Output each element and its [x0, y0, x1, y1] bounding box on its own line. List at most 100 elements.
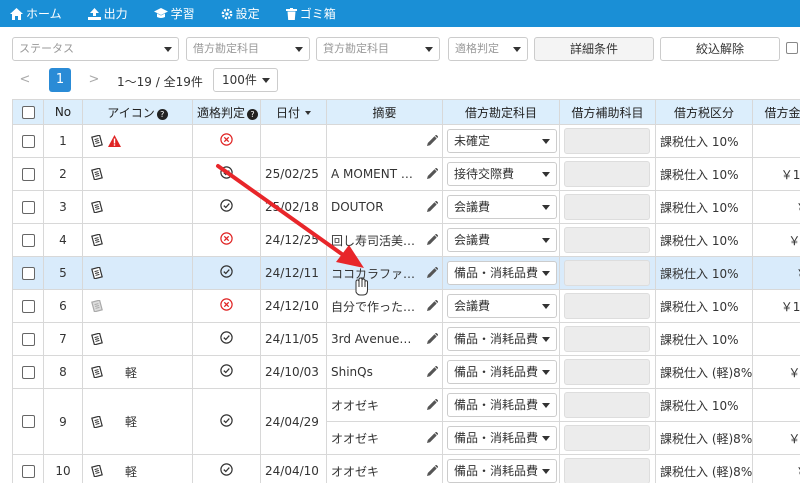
row-tax[interactable]: 課税仕入 10% — [655, 388, 753, 422]
row-date[interactable]: 24/12/11 — [260, 256, 327, 290]
help-icon[interactable]: ? — [156, 108, 168, 120]
row-tax[interactable]: 課税仕入 10% — [655, 322, 753, 356]
clear-filters-button[interactable]: 絞込解除 — [660, 37, 780, 61]
row-summary-cell[interactable] — [326, 124, 443, 158]
receipt-icon[interactable] — [91, 168, 103, 180]
row-checkbox[interactable] — [21, 134, 35, 148]
row-date[interactable] — [260, 124, 327, 158]
status-select[interactable]: ステータス — [12, 37, 179, 61]
header-debit-sub-account[interactable]: 借方補助科目 — [559, 99, 656, 125]
row-tax[interactable]: 課税仕入 10% — [655, 256, 753, 290]
row-date[interactable]: 25/02/18 — [260, 190, 327, 224]
header-date[interactable]: 日付 — [260, 99, 327, 125]
receipt-icon[interactable] — [91, 415, 103, 428]
row-tax[interactable]: 課税仕入 10% — [655, 223, 753, 257]
header-debit-amount[interactable]: 借方金 — [752, 99, 800, 125]
pencil-icon[interactable] — [426, 300, 438, 312]
pencil-icon[interactable] — [426, 234, 438, 246]
row-summary-cell[interactable]: ShinQs — [326, 355, 443, 389]
debit-account-select[interactable]: 接待交際費 — [447, 162, 557, 186]
prev-page-button[interactable]: < — [14, 68, 36, 92]
row-amount[interactable]: ￥18 — [752, 157, 800, 191]
page-1-button[interactable]: 1 — [49, 68, 71, 92]
sub-account-field[interactable] — [564, 227, 650, 253]
row-amount[interactable]: ￥9 — [752, 421, 800, 455]
pencil-icon[interactable] — [426, 168, 438, 180]
row-date[interactable]: 24/12/10 — [260, 289, 327, 323]
receipt-icon[interactable] — [91, 333, 103, 345]
debit-account-select[interactable]: 未確定 — [447, 129, 557, 153]
row-date[interactable]: 25/02/25 — [260, 157, 327, 191]
row-checkbox[interactable] — [21, 299, 35, 313]
row-tax[interactable]: 課税仕入 10% — [655, 157, 753, 191]
row-amount[interactable]: ￥5 — [752, 223, 800, 257]
row-amount[interactable]: ￥1 — [752, 355, 800, 389]
row-tax[interactable]: 課税仕入 (軽)8% — [655, 355, 753, 389]
help-icon[interactable]: ? — [247, 108, 259, 120]
receipt-icon[interactable] — [91, 300, 103, 312]
header-debit-account[interactable]: 借方勘定科目 — [442, 99, 560, 125]
receipt-icon[interactable] — [91, 267, 103, 279]
sub-account-field[interactable] — [564, 293, 650, 319]
row-date[interactable]: 24/04/29 — [260, 388, 327, 455]
select-all-checkbox[interactable] — [21, 105, 35, 119]
table-row[interactable]: 10 軽 24/04/10 オオゼキ 備品・消耗品費 課税仕入 (軽)8%￥ — [12, 454, 800, 483]
header-no[interactable]: No — [43, 99, 83, 125]
nav-export[interactable]: 出力 — [87, 0, 128, 27]
next-page-button[interactable]: > — [83, 68, 105, 92]
row-summary-cell[interactable]: A MOMENT … — [326, 157, 443, 191]
header-summary[interactable]: 摘要 — [326, 99, 443, 125]
debit-account-select[interactable]: 会議費 — [447, 228, 557, 252]
row-date[interactable]: 24/04/10 — [260, 454, 327, 483]
pencil-icon[interactable] — [426, 366, 438, 378]
row-summary-cell[interactable]: オオゼキ — [326, 388, 443, 422]
page-size-select[interactable]: 100件 — [213, 68, 278, 92]
pencil-icon[interactable] — [426, 201, 438, 213]
row-amount[interactable]: ￥ — [752, 190, 800, 224]
sub-account-field[interactable] — [564, 128, 650, 154]
row-checkbox[interactable] — [21, 415, 35, 428]
row-checkbox[interactable] — [21, 332, 35, 346]
nav-learn[interactable]: 学習 — [153, 0, 195, 27]
row-amount[interactable] — [752, 124, 800, 158]
sub-account-field[interactable] — [564, 194, 650, 220]
row-amount[interactable] — [752, 388, 800, 422]
row-date[interactable]: 24/11/05 — [260, 322, 327, 356]
filter-checkbox[interactable] — [786, 42, 798, 54]
debit-account-select[interactable]: 備品・消耗品費 — [447, 393, 557, 417]
sub-account-field[interactable] — [564, 326, 650, 352]
table-row[interactable]: 2 25/02/25 A MOMENT … 接待交際費 課税仕入 10%￥18 — [12, 157, 800, 191]
row-amount[interactable]: ￥11 — [752, 289, 800, 323]
table-row[interactable]: 9 軽 24/04/29 オオゼキ 備品・消耗品費 課税仕入 10% — [12, 388, 800, 455]
table-row[interactable]: 5 24/12/11 ココカラファ… 備品・消耗品費 課税仕入 10%￥ — [12, 256, 800, 290]
row-tax[interactable]: 課税仕入 10% — [655, 190, 753, 224]
row-checkbox[interactable] — [21, 365, 35, 379]
credit-account-select[interactable]: 貸方勘定科目 — [316, 37, 440, 61]
pencil-icon[interactable] — [426, 432, 438, 444]
row-tax[interactable]: 課税仕入 10% — [655, 289, 753, 323]
debit-account-select[interactable]: 備品・消耗品費 — [447, 261, 557, 285]
table-row[interactable]: 1 未確定 課税仕入 10% — [12, 124, 800, 158]
receipt-icon[interactable] — [91, 135, 103, 147]
receipt-icon[interactable] — [91, 234, 103, 246]
row-checkbox[interactable] — [21, 167, 35, 181]
row-summary-cell[interactable]: ココカラファ… — [326, 256, 443, 290]
row-summary-cell[interactable]: DOUTOR — [326, 190, 443, 224]
row-amount[interactable]: ￥ — [752, 256, 800, 290]
detail-conditions-button[interactable]: 詳細条件 — [534, 37, 654, 61]
sub-account-field[interactable] — [564, 425, 650, 451]
debit-account-select[interactable]: 借方勘定科目 — [186, 37, 310, 61]
debit-account-select[interactable]: 備品・消耗品費 — [447, 459, 557, 483]
pencil-icon[interactable] — [426, 267, 438, 279]
pencil-icon[interactable] — [426, 135, 438, 147]
row-amount[interactable] — [752, 322, 800, 356]
debit-account-select[interactable]: 備品・消耗品費 — [447, 360, 557, 384]
row-summary-cell[interactable]: オオゼキ — [326, 421, 443, 455]
row-summary-cell[interactable]: 自分で作った… — [326, 289, 443, 323]
debit-account-select[interactable]: 会議費 — [447, 294, 557, 318]
row-summary-cell[interactable]: オオゼキ — [326, 454, 443, 483]
table-row[interactable]: 3 25/02/18 DOUTOR 会議費 課税仕入 10%￥ — [12, 190, 800, 224]
table-row[interactable]: 8 軽 24/10/03 ShinQs 備品・消耗品費 課税仕入 (軽)8%￥1 — [12, 355, 800, 389]
sub-account-field[interactable] — [564, 260, 650, 286]
receipt-icon[interactable] — [91, 201, 103, 213]
